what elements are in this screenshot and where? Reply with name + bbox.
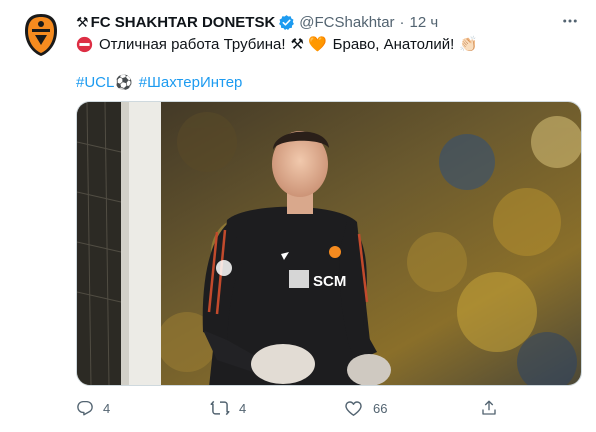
tweet-text-main: Отличная работа Трубина! — [99, 35, 286, 53]
no-entry-emoji-icon — [76, 36, 93, 53]
tweet-photo[interactable]: SCM — [76, 101, 582, 386]
tweet-header: ⚒ FC SHAKHTAR DONETSK @FCShakhtar · 12 ч — [76, 12, 438, 32]
heart-icon — [345, 400, 362, 416]
retweet-count: 4 — [239, 400, 247, 416]
retweet-icon — [210, 400, 230, 416]
reply-icon — [77, 400, 93, 416]
tweet-actions-bar: 4 4 66 — [76, 396, 582, 420]
tweet-card[interactable]: ⚒ FC SHAKHTAR DONETSK @FCShakhtar · 12 ч… — [0, 0, 596, 432]
verified-badge-icon — [278, 14, 295, 31]
like-button[interactable]: 66 — [344, 396, 387, 420]
hashtags-line: #UCL ⚽ #ШахтерИнтер — [76, 72, 242, 92]
share-button[interactable] — [480, 396, 498, 420]
account-handle[interactable]: @FCShakhtar — [299, 14, 394, 31]
tweet-text-after: Браво, Анатолий! — [332, 35, 455, 53]
shakhtar-crest-icon — [25, 14, 57, 56]
clap-emoji: 👏🏻 — [459, 36, 479, 53]
hashtag-ucl-link[interactable]: #UCL — [76, 74, 114, 91]
reply-count: 4 — [103, 400, 111, 416]
jersey-sponsor-text: SCM — [313, 273, 346, 290]
account-name[interactable]: FC SHAKHTAR DONETSK — [91, 14, 276, 31]
hammers-emoji: ⚒ — [76, 13, 89, 30]
hashtag-match-link[interactable]: #ШахтерИнтер — [139, 74, 243, 91]
tweet-text-line: Отличная работа Трубина! ⚒ 🧡 Браво, Анат… — [76, 34, 480, 54]
retweet-button[interactable]: 4 — [210, 396, 246, 420]
header-separator: · — [399, 13, 405, 31]
reply-button[interactable]: 4 — [76, 396, 110, 420]
tweet-timestamp[interactable]: 12 ч — [410, 14, 439, 31]
orange-heart-emoji: 🧡 — [307, 36, 327, 53]
more-options-icon[interactable] — [560, 12, 580, 32]
avatar[interactable] — [22, 12, 60, 58]
hammers-emoji: ⚒ — [290, 36, 304, 53]
soccer-ball-emoji: ⚽ — [115, 73, 133, 90]
like-count: 66 — [373, 400, 388, 416]
share-icon — [482, 400, 496, 415]
